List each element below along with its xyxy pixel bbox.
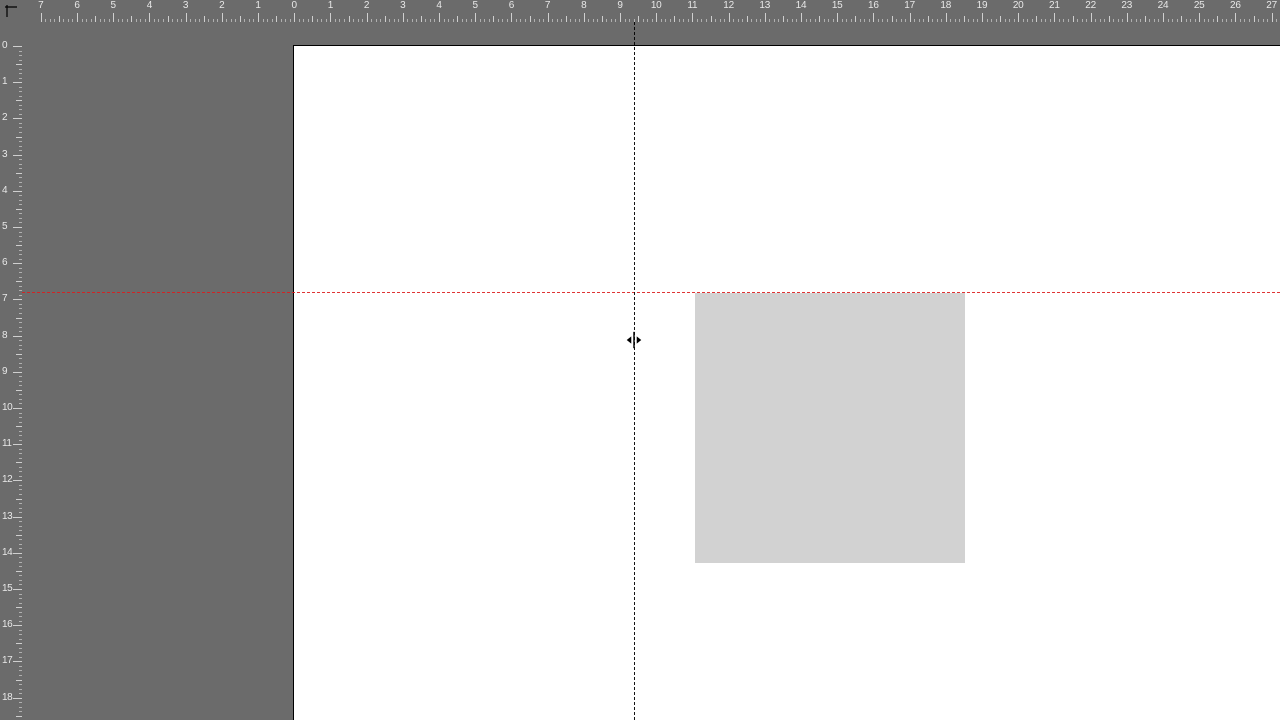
ruler-h-label: 4 (436, 1, 441, 11)
ruler-h-label: 20 (1013, 1, 1024, 11)
ruler-h-label: 7 (545, 1, 550, 11)
ruler-h-label: 19 (977, 1, 988, 11)
ruler-h-label: 1 (255, 1, 260, 11)
vertical-guide[interactable] (634, 22, 635, 720)
ruler-v-label: 9 (2, 367, 7, 377)
ruler-h-label: 16 (868, 1, 879, 11)
ruler-h-label: 23 (1121, 1, 1132, 11)
ruler-h-label: 3 (183, 1, 188, 11)
ruler-h-label: 25 (1194, 1, 1205, 11)
ruler-v-label: 1 (2, 77, 7, 87)
ruler-h-label: 10 (651, 1, 662, 11)
horizontal-guide-selected[interactable] (22, 292, 1280, 293)
ruler-h-label: 24 (1158, 1, 1169, 11)
ruler-h-label: 26 (1230, 1, 1241, 11)
ruler-h-label: 14 (796, 1, 807, 11)
ruler-v-label: 3 (2, 150, 7, 160)
horizontal-ruler[interactable]: 7654321012345678910111213141516171819202… (22, 0, 1280, 22)
ruler-h-label: 5 (111, 1, 116, 11)
ruler-v-label: 0 (2, 41, 7, 51)
rectangle-shape[interactable] (695, 293, 965, 563)
ruler-v-label: 17 (2, 656, 12, 666)
ruler-v-label: 10 (2, 403, 12, 413)
ruler-v-label: 4 (2, 186, 7, 196)
ruler-h-label: 6 (74, 1, 79, 11)
ruler-v-label: 13 (2, 512, 12, 522)
ruler-h-label: 21 (1049, 1, 1060, 11)
ruler-v-label: 7 (2, 294, 7, 304)
ruler-v-label: 18 (2, 693, 12, 703)
ruler-h-label: 13 (759, 1, 770, 11)
ruler-h-label: 0 (292, 1, 297, 11)
ruler-h-label: 2 (219, 1, 224, 11)
ruler-h-label: 2 (364, 1, 369, 11)
ruler-h-label: 6 (509, 1, 514, 11)
ruler-v-label: 16 (2, 620, 12, 630)
ruler-h-label: 9 (617, 1, 622, 11)
vertical-ruler[interactable]: 0123456789101112131415161718 (0, 22, 22, 720)
ruler-h-label: 8 (581, 1, 586, 11)
ruler-h-label: 27 (1266, 1, 1277, 11)
ruler-h-label: 3 (400, 1, 405, 11)
ruler-h-label: 7 (38, 1, 43, 11)
ruler-h-label: 15 (832, 1, 843, 11)
ruler-h-label: 11 (687, 1, 697, 11)
ruler-v-label: 8 (2, 331, 7, 341)
ruler-h-label: 18 (940, 1, 951, 11)
ruler-v-label: 5 (2, 222, 7, 232)
ruler-v-label: 2 (2, 113, 7, 123)
ruler-v-label: 12 (2, 475, 12, 485)
ruler-h-label: 22 (1085, 1, 1096, 11)
ruler-h-label: 5 (473, 1, 478, 11)
ruler-h-label: 1 (328, 1, 333, 11)
ruler-v-label: 11 (2, 439, 12, 449)
ruler-v-label: 6 (2, 258, 7, 268)
ruler-h-label: 17 (904, 1, 915, 11)
ruler-h-label: 4 (147, 1, 152, 11)
ruler-v-label: 15 (2, 584, 12, 594)
ruler-h-label: 12 (723, 1, 734, 11)
canvas-viewport[interactable] (22, 22, 1280, 720)
ruler-origin-corner[interactable] (0, 0, 22, 22)
ruler-v-label: 14 (2, 548, 12, 558)
